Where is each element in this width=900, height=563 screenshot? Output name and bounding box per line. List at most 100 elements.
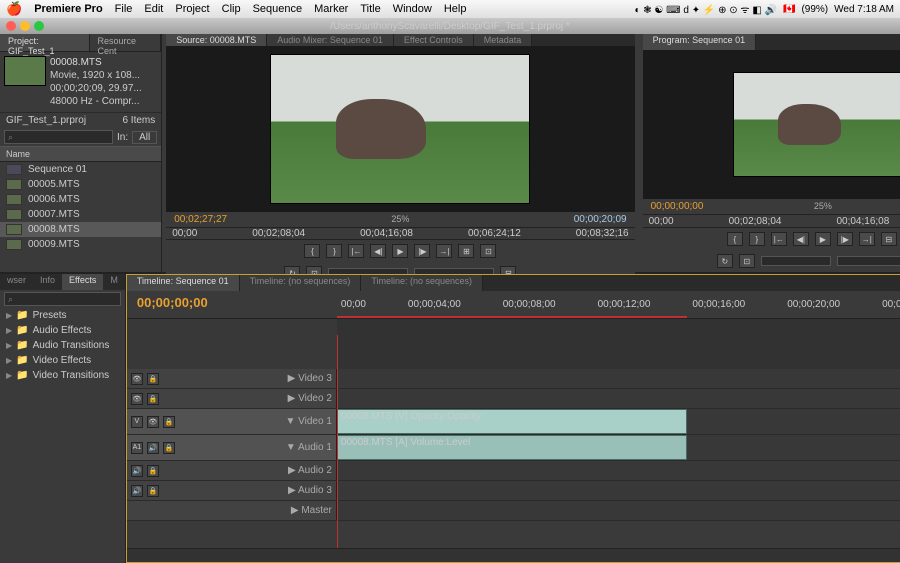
track-body[interactable] xyxy=(337,369,900,388)
track-mute-toggle[interactable]: 🔊 xyxy=(131,485,143,497)
menu-window[interactable]: Window xyxy=(393,3,432,15)
step-back-button[interactable]: ◀| xyxy=(793,232,809,246)
effects-search-input[interactable] xyxy=(4,292,121,306)
source-tc-in[interactable]: 00;02;27;27 xyxy=(174,214,227,225)
play-button[interactable]: ▶ xyxy=(392,244,408,258)
tab-info[interactable]: Info xyxy=(33,274,62,290)
menu-title[interactable]: Title xyxy=(360,3,380,15)
tab-source[interactable]: Source: 00008.MTS xyxy=(166,34,267,46)
program-tc-in[interactable]: 00;00;00;00 xyxy=(651,201,704,212)
step-fwd-button[interactable]: |▶ xyxy=(414,244,430,258)
effects-video-transitions[interactable]: ▶📁Video Transitions xyxy=(0,368,125,383)
bin-item-clip-selected[interactable]: 00008.MTS xyxy=(0,222,161,237)
overwrite-button[interactable]: ⊡ xyxy=(480,244,496,258)
timeline-clip-video[interactable]: 00008.MTS [V] Opacity:Opacity xyxy=(337,409,687,434)
tab-effect-controls[interactable]: Effect Controls xyxy=(394,34,474,46)
menu-clip[interactable]: Clip xyxy=(222,3,241,15)
track-lock-toggle[interactable]: 🔒 xyxy=(147,393,159,405)
work-area-bar[interactable] xyxy=(337,316,687,318)
effects-audio-transitions[interactable]: ▶📁Audio Transitions xyxy=(0,338,125,353)
tab-timeline-seq[interactable]: Timeline: Sequence 01 xyxy=(127,275,240,291)
go-to-in-button[interactable]: |← xyxy=(348,244,364,258)
source-zoom[interactable]: 25% xyxy=(391,214,409,225)
source-tc-out[interactable]: 00;00;20;09 xyxy=(574,214,627,225)
search-scope[interactable]: All xyxy=(132,131,157,144)
status-icons[interactable]: ◐ ❃ ☯ ⌨ d ✦ ⚡ ⊕ ⊙ ᯤ ◧ 🔊 xyxy=(634,2,777,16)
menu-file[interactable]: File xyxy=(115,3,133,15)
column-name[interactable]: Name xyxy=(0,146,161,162)
track-body[interactable] xyxy=(337,481,900,500)
track-lock-toggle[interactable]: 🔒 xyxy=(147,373,159,385)
track-target[interactable]: V xyxy=(131,416,143,428)
effects-video-effects[interactable]: ▶📁Video Effects xyxy=(0,353,125,368)
clip-thumbnail[interactable] xyxy=(4,56,46,86)
track-body[interactable] xyxy=(337,389,900,408)
tab-metadata[interactable]: Metadata xyxy=(474,34,533,46)
tab-program[interactable]: Program: Sequence 01 xyxy=(643,34,757,50)
track-mute-toggle[interactable]: 🔊 xyxy=(131,465,143,477)
insert-button[interactable]: ⊞ xyxy=(458,244,474,258)
mark-in-button[interactable]: { xyxy=(304,244,320,258)
go-to-out-button[interactable]: →| xyxy=(436,244,452,258)
apple-menu-icon[interactable]: 🍎 xyxy=(6,1,22,17)
track-lock-toggle[interactable]: 🔒 xyxy=(163,442,175,454)
menu-edit[interactable]: Edit xyxy=(144,3,163,15)
tab-markers[interactable]: M xyxy=(103,274,125,290)
program-video-area[interactable] xyxy=(643,50,900,199)
track-visibility-toggle[interactable]: 👁 xyxy=(131,393,143,405)
program-zoom[interactable]: 25% xyxy=(814,201,832,212)
bin-item-clip[interactable]: 00005.MTS xyxy=(0,177,161,192)
loop-button[interactable]: ↻ xyxy=(717,254,733,268)
track-body[interactable]: 00008.MTS [A] Volume:Level xyxy=(337,435,900,460)
shuttle-slider[interactable] xyxy=(837,256,900,266)
tab-browser[interactable]: wser xyxy=(0,274,33,290)
zoom-button[interactable] xyxy=(34,21,44,31)
safe-margins-button[interactable]: ⊡ xyxy=(739,254,755,268)
mark-in-button[interactable]: { xyxy=(727,232,743,246)
bin-item-sequence[interactable]: Sequence 01 xyxy=(0,162,161,177)
tab-resource[interactable]: Resource Cent xyxy=(90,34,162,51)
project-search-input[interactable] xyxy=(4,130,113,144)
app-name[interactable]: Premiere Pro xyxy=(34,3,102,15)
step-back-button[interactable]: ◀| xyxy=(370,244,386,258)
effects-presets[interactable]: ▶📁Presets xyxy=(0,308,125,323)
track-body[interactable]: 00008.MTS [V] Opacity:Opacity xyxy=(337,409,900,434)
track-target[interactable]: A1 xyxy=(131,442,143,454)
tab-timeline-empty2[interactable]: Timeline: (no sequences) xyxy=(361,275,483,291)
timeline-scrollbar[interactable] xyxy=(127,548,900,562)
menu-marker[interactable]: Marker xyxy=(314,3,348,15)
timeline-timecode[interactable]: 00;00;00;00 xyxy=(127,291,337,318)
effects-audio-effects[interactable]: ▶📁Audio Effects xyxy=(0,323,125,338)
mark-out-button[interactable]: } xyxy=(749,232,765,246)
tab-effects[interactable]: Effects xyxy=(62,274,103,290)
menu-sequence[interactable]: Sequence xyxy=(253,3,303,15)
play-button[interactable]: ▶ xyxy=(815,232,831,246)
track-lock-toggle[interactable]: 🔒 xyxy=(163,416,175,428)
timeline-clip-audio[interactable]: 00008.MTS [A] Volume:Level xyxy=(337,435,687,460)
track-mute-toggle[interactable]: 🔊 xyxy=(147,442,159,454)
tab-timeline-empty1[interactable]: Timeline: (no sequences) xyxy=(240,275,362,291)
track-visibility-toggle[interactable]: 👁 xyxy=(147,416,159,428)
bin-item-clip[interactable]: 00009.MTS xyxy=(0,237,161,252)
close-button[interactable] xyxy=(6,21,16,31)
track-lock-toggle[interactable]: 🔒 xyxy=(147,465,159,477)
timeline-ruler[interactable]: 00;00 00;00;04;00 00;00;08;00 00;00;12;0… xyxy=(337,291,900,318)
bin-item-clip[interactable]: 00006.MTS xyxy=(0,192,161,207)
track-lock-toggle[interactable]: 🔒 xyxy=(147,485,159,497)
playhead[interactable] xyxy=(337,335,338,548)
tab-audio-mixer[interactable]: Audio Mixer: Sequence 01 xyxy=(267,34,394,46)
mark-out-button[interactable]: } xyxy=(326,244,342,258)
source-time-ruler[interactable]: 00;00 00;02;08;04 00;04;16;08 00;06;24;1… xyxy=(166,227,634,240)
program-time-ruler[interactable]: 00;00 00;02;08;04 00;04;16;08 00;06;24;1… xyxy=(643,214,900,228)
flag-icon[interactable]: 🇨🇦 xyxy=(783,4,795,15)
go-to-in-button[interactable]: |← xyxy=(771,232,787,246)
jog-slider[interactable] xyxy=(761,256,831,266)
tab-project[interactable]: Project: GIF_Test_1 xyxy=(0,34,90,51)
bin-item-clip[interactable]: 00007.MTS xyxy=(0,207,161,222)
menu-help[interactable]: Help xyxy=(444,3,467,15)
menu-project[interactable]: Project xyxy=(175,3,209,15)
clock[interactable]: Wed 7:18 AM xyxy=(834,4,894,15)
minimize-button[interactable] xyxy=(20,21,30,31)
track-body[interactable] xyxy=(337,501,900,520)
go-to-out-button[interactable]: →| xyxy=(859,232,875,246)
